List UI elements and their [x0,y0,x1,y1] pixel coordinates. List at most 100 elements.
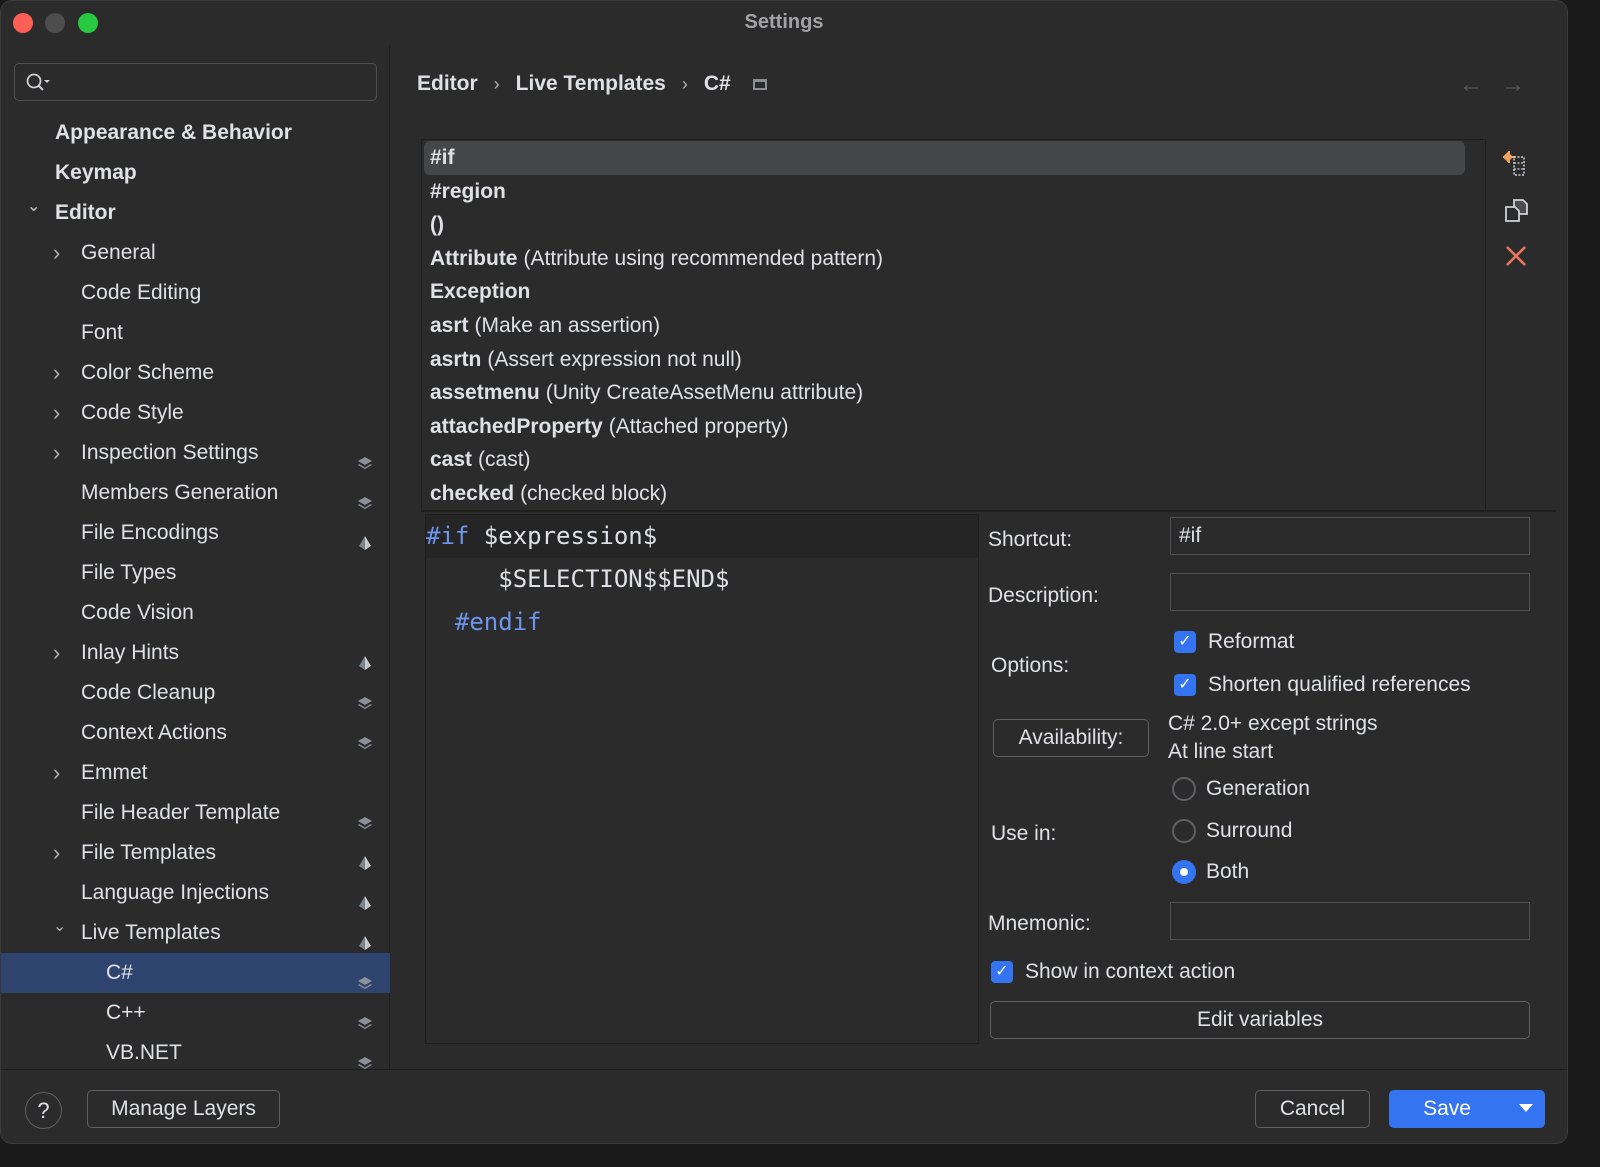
edit-variables-button[interactable]: Edit variables [990,1001,1530,1039]
template-list-item[interactable]: asrt (Make an assertion) [424,309,1465,343]
chevron-right-icon[interactable]: › [53,753,69,793]
sidebar-item-code-cleanup[interactable]: Code Cleanup [1,673,390,713]
sidebar-item-label: File Types [81,561,177,584]
help-button[interactable]: ? [25,1092,62,1129]
breadcrumb-separator: › [493,73,500,94]
chevron-right-icon[interactable]: › [53,233,69,273]
project-icon [357,885,373,910]
chevron-down-icon[interactable]: ⌄ [27,193,43,221]
use-in-generation-option[interactable]: Generation [1172,777,1310,801]
use-in-surround-option[interactable]: Surround [1172,819,1292,843]
template-list-item[interactable]: cast (cast) [424,443,1465,477]
sidebar-item-c[interactable]: C# [1,953,390,993]
sidebar-item-code-editing[interactable]: Code Editing [1,273,390,313]
window-layout-icon[interactable] [752,78,767,90]
template-text-editor[interactable]: #if $expression$ $SELECTION$$END$ #endif [425,514,979,1044]
sidebar-item-vb-net[interactable]: VB.NET [1,1033,390,1073]
show-in-context-checkbox[interactable]: ✓ [991,961,1013,983]
sidebar-item-file-types[interactable]: File Types [1,553,390,593]
template-list-item[interactable]: #if [424,141,1465,175]
sidebar-item-label: Inspection Settings [81,441,259,464]
chevron-down-icon[interactable]: ⌄ [53,913,69,941]
sidebar-item-label: File Header Template [81,801,281,824]
sidebar-item-label: Inlay Hints [81,641,180,664]
layers-icon [357,725,373,749]
template-description: (Make an assertion) [474,313,661,337]
shorten-references-checkbox[interactable]: ✓ [1174,674,1196,696]
reformat-checkbox[interactable]: ✓ [1174,631,1196,653]
search-input[interactable] [14,63,377,101]
template-list-item[interactable]: #region [424,175,1465,209]
breadcrumb-separator: › [681,73,688,94]
chevron-right-icon[interactable]: › [53,353,69,393]
template-description: (Attached property) [608,414,789,438]
dialog-footer: ? Manage Layers Cancel Save [1,1069,1567,1143]
template-description: (Assert expression not null) [487,347,742,371]
breadcrumb-live-templates[interactable]: Live Templates [516,72,666,96]
sidebar-item-label: C# [106,961,133,984]
save-dropdown-icon[interactable] [1519,1104,1533,1112]
layers-icon [357,805,373,829]
sidebar-item-context-actions[interactable]: Context Actions [1,713,390,753]
sidebar-item-emmet[interactable]: › Emmet [1,753,390,793]
description-field[interactable] [1170,573,1530,611]
save-button[interactable]: Save [1389,1090,1545,1128]
sidebar-item-color-scheme[interactable]: › Color Scheme [1,353,390,393]
mnemonic-field[interactable] [1170,902,1530,940]
both-radio[interactable] [1172,860,1196,884]
surround-radio[interactable] [1172,819,1196,843]
sidebar-item-keymap[interactable]: Keymap [1,153,390,193]
use-in-both-option[interactable]: Both [1172,860,1249,884]
template-list-item[interactable]: () [424,208,1465,242]
cancel-button[interactable]: Cancel [1255,1090,1370,1128]
sidebar-item-file-header-template[interactable]: File Header Template [1,793,390,833]
chevron-right-icon[interactable]: › [53,633,69,673]
sidebar-item-code-style[interactable]: › Code Style [1,393,390,433]
options-label: Options: [991,654,1070,677]
sidebar-item-live-templates[interactable]: ⌄ Live Templates [1,913,390,953]
forward-arrow-icon[interactable]: → [1501,71,1525,99]
generation-radio[interactable] [1172,777,1196,801]
settings-window: Settings Appearance & Behavior Keymap ⌄ Edi… [0,0,1568,1144]
sidebar-item-editor[interactable]: ⌄ Editor [1,193,390,233]
sidebar-item-general[interactable]: › General [1,233,390,273]
code-text: $expression$ [469,522,658,550]
template-list-item[interactable]: Exception [424,275,1465,309]
copy-template-icon[interactable] [1503,197,1529,223]
chevron-right-icon[interactable]: › [53,833,69,873]
chevron-right-icon[interactable]: › [53,393,69,433]
project-icon [357,925,373,950]
availability-context: C# 2.0+ except strings [1168,712,1378,735]
sidebar-item-language-injections[interactable]: Language Injections [1,873,390,913]
chevron-right-icon[interactable]: › [53,433,69,473]
availability-button[interactable]: Availability: [993,719,1149,757]
sidebar-item-file-templates[interactable]: › File Templates [1,833,390,873]
template-list-item[interactable]: asrtn (Assert expression not null) [424,343,1465,377]
template-list-item[interactable]: checked (checked block) [424,477,1465,511]
sidebar-item-inlay-hints[interactable]: › Inlay Hints [1,633,390,673]
template-list-item[interactable]: Attribute (Attribute using recommended pa… [424,242,1465,276]
sidebar-item-inspection-settings[interactable]: › Inspection Settings [1,433,390,473]
manage-layers-button[interactable]: Manage Layers [87,1090,280,1128]
mnemonic-label: Mnemonic: [988,912,1091,935]
shorten-references-checkbox-row[interactable]: ✓ Shorten qualified references [1174,673,1471,697]
sidebar-item-file-encodings[interactable]: File Encodings [1,513,390,553]
breadcrumb-editor[interactable]: Editor [417,72,478,96]
sidebar-item-c[interactable]: C++ [1,993,390,1033]
sidebar-item-code-vision[interactable]: Code Vision [1,593,390,633]
add-template-icon[interactable] [1503,151,1529,177]
delete-template-icon[interactable] [1503,243,1529,269]
code-keyword: #if [426,522,470,550]
sidebar-item-members-generation[interactable]: Members Generation [1,473,390,513]
shortcut-field[interactable]: #if [1170,517,1530,555]
reformat-checkbox-row[interactable]: ✓ Reformat [1174,630,1294,654]
sidebar-item-label: Code Editing [81,281,202,304]
show-in-context-row[interactable]: ✓ Show in context action [991,960,1235,984]
splitter[interactable] [421,510,1556,512]
sidebar-item-appearance-behavior[interactable]: Appearance & Behavior [1,113,390,153]
sidebar-item-font[interactable]: Font [1,313,390,353]
back-arrow-icon[interactable]: ← [1459,71,1483,99]
template-list-item[interactable]: assetmenu (Unity CreateAssetMenu attribut… [424,376,1465,410]
template-list-item[interactable]: attachedProperty (Attached property) [424,410,1465,444]
